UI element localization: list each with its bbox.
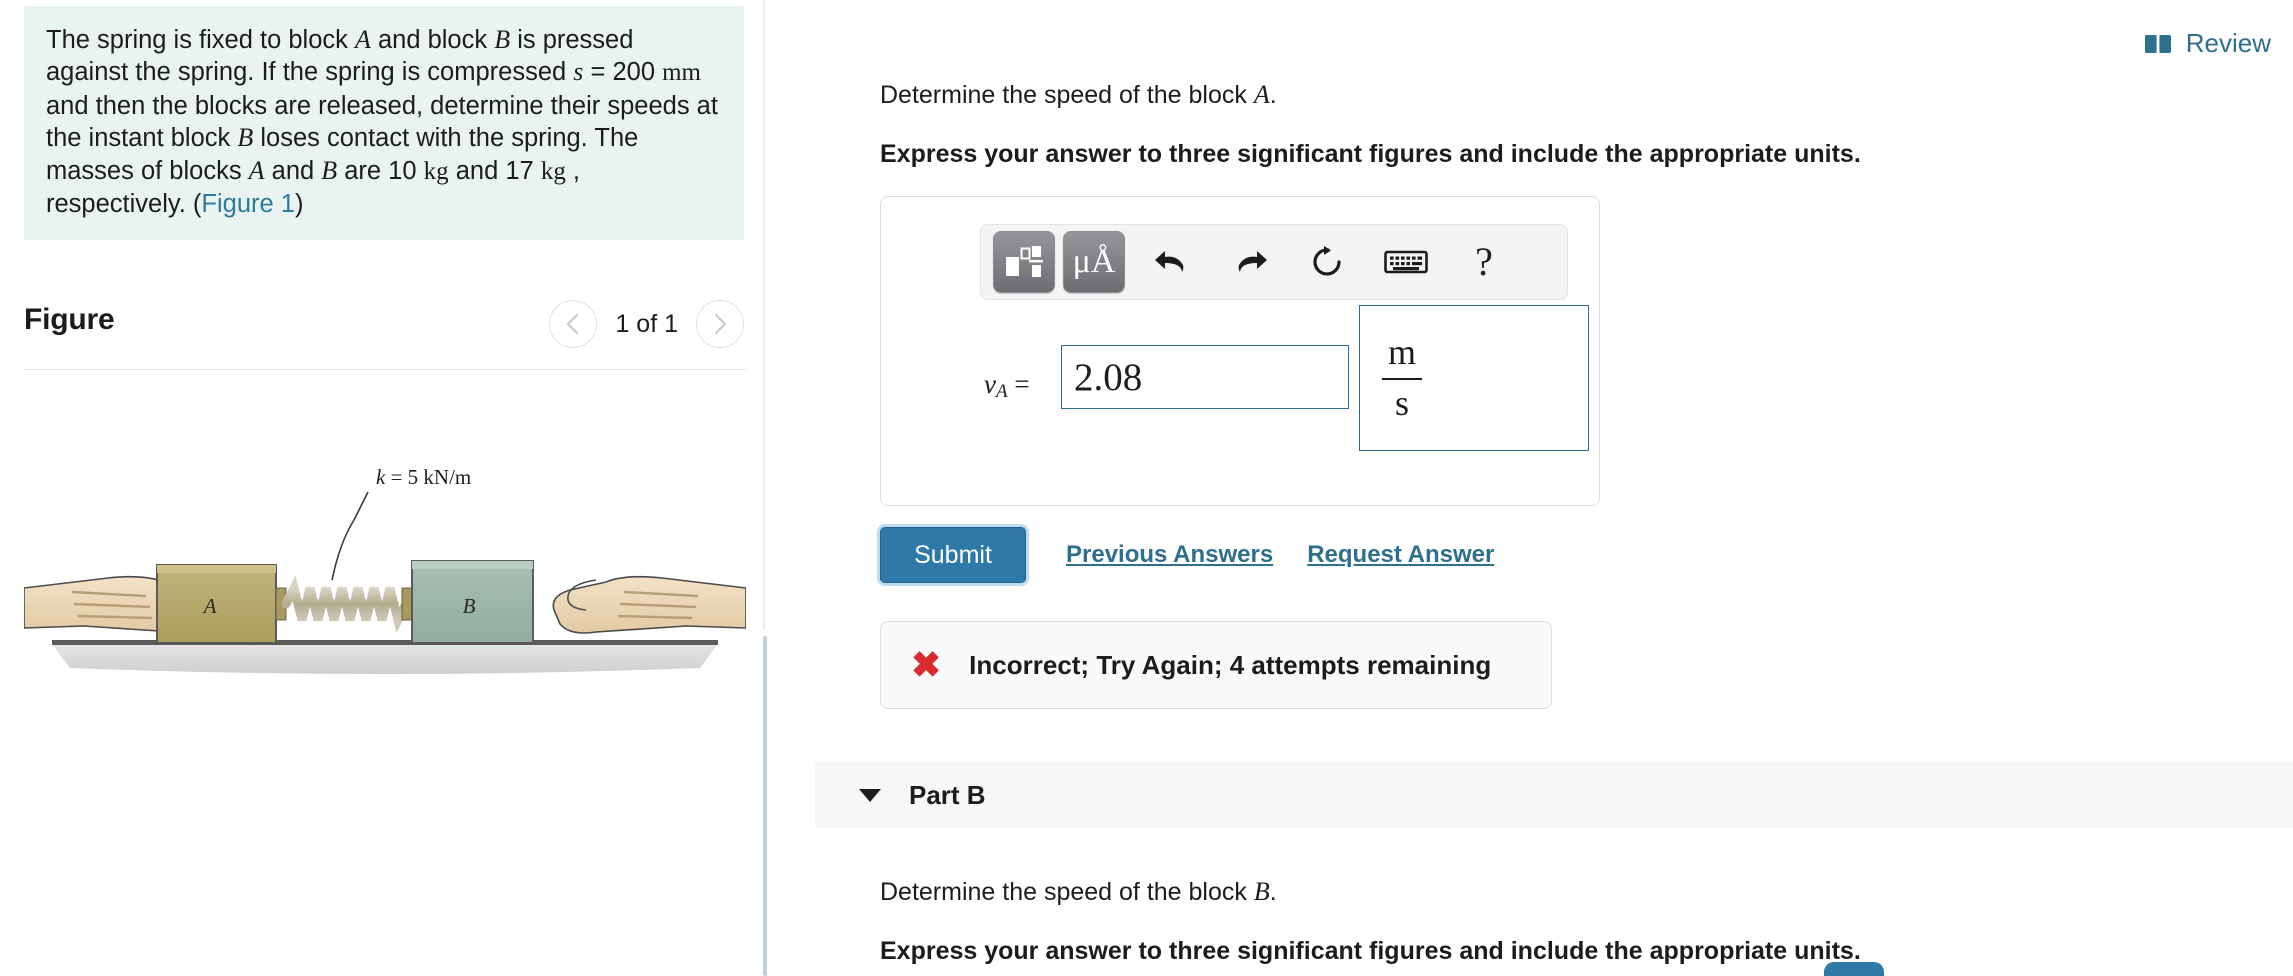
part-b-title: Part B — [909, 779, 986, 810]
part-b-instruction: Express your answer to three significant… — [880, 937, 1861, 965]
figure-next-button[interactable] — [696, 300, 744, 348]
unit-kg-2: kg — [540, 157, 566, 185]
answer-variable: v — [984, 369, 996, 399]
math-toolbar: μÅ ? — [980, 224, 1568, 300]
spring-k-value: = 5 kN/m — [385, 465, 471, 489]
x-mark-icon: ✖ — [911, 644, 942, 685]
unit-kg-1: kg — [423, 157, 449, 185]
figure-prev-button[interactable] — [549, 300, 598, 348]
part-b-prompt: Determine the speed of the block B. — [880, 875, 2220, 909]
problem-statement: The spring is fixed to block A and block… — [24, 6, 744, 241]
book-icon — [2144, 34, 2171, 53]
spring-blocks-diagram: A k = 5 kN/m B — [24, 465, 746, 674]
answer-subscript: A — [995, 381, 1008, 402]
spring-coils — [281, 575, 411, 633]
figure-header: Figure 1 of 1 — [24, 300, 744, 362]
part-a-prompt-var: A — [1253, 80, 1270, 109]
block-a-label: A — [202, 594, 217, 618]
part-b-toolbar-peek[interactable] — [1824, 962, 1884, 976]
spring-leader-line — [331, 491, 369, 581]
part-a-instruction: Express your answer to three significant… — [880, 140, 1861, 168]
page-root: The spring is fixed to block A and block… — [0, 0, 2293, 976]
spring-anchor-right — [401, 587, 413, 621]
var-a-2: A — [248, 155, 265, 185]
block-b-top — [412, 561, 533, 569]
help-label: ? — [1475, 239, 1493, 284]
undo-icon — [1155, 251, 1184, 272]
part-a-prompt-text: Determine the speed of the block — [880, 81, 1254, 109]
feedback-text: Incorrect; Try Again; 4 attempts remaini… — [969, 649, 1492, 680]
review-label: Review — [2185, 28, 2271, 58]
caret-down-icon[interactable] — [859, 788, 881, 802]
units-button-label: μÅ — [1072, 243, 1116, 280]
chevron-left-icon — [567, 313, 579, 335]
units-button[interactable]: μÅ — [1063, 231, 1125, 293]
answer-equation-row: vA = 2.08 m s — [881, 305, 1601, 497]
var-b-1: B — [494, 25, 511, 54]
part-b-header[interactable]: Part B — [815, 762, 2293, 828]
block-b-label: B — [463, 594, 476, 618]
figure-title: Figure — [24, 303, 115, 336]
part-a-answer-panel: μÅ ? vA = 2.08 m s — [880, 196, 1600, 506]
answer-variable-label: vA = — [984, 369, 1030, 403]
panel-divider — [763, 0, 765, 630]
part-b-prompt-var: B — [1253, 877, 1270, 906]
help-button[interactable]: ? — [1445, 231, 1523, 293]
unit-mm: mm — [662, 59, 702, 87]
var-a-1: A — [354, 25, 371, 54]
math-template-button[interactable] — [993, 231, 1055, 293]
chevron-right-icon — [714, 313, 727, 335]
reset-icon — [1313, 246, 1341, 276]
statement-text: The spring is fixed to block — [46, 26, 355, 54]
spring-constant-label: k = 5 kN/m — [376, 465, 471, 489]
math-template-icon — [1006, 246, 1043, 277]
figure-1-link[interactable]: Figure 1 — [201, 190, 295, 218]
part-b-toolbar-button[interactable] — [1824, 962, 1884, 976]
figure-counter: 1 of 1 — [615, 309, 678, 338]
fraction-bar — [1382, 378, 1423, 380]
var-b-3: B — [321, 155, 338, 185]
reset-button[interactable] — [1289, 231, 1367, 293]
unit-denominator: s — [1395, 383, 1410, 423]
redo-icon — [1238, 251, 1267, 272]
answer-value-input[interactable]: 2.08 — [1061, 345, 1349, 409]
answer-equals: = — [1007, 369, 1030, 399]
answer-unit-input[interactable]: m s — [1359, 305, 1589, 451]
part-b-question: Determine the speed of the block B. Expr… — [880, 875, 2220, 968]
request-answer-link[interactable]: Request Answer — [1307, 541, 1494, 569]
var-b-2: B — [237, 123, 254, 153]
undo-button[interactable] — [1133, 231, 1211, 293]
part-b-prompt-period: . — [1269, 878, 1277, 906]
question-panel: Review Determine the speed of the block … — [767, 0, 2293, 976]
block-a — [156, 564, 277, 644]
part-a-actions: Submit Previous Answers Request Answer — [880, 527, 1494, 583]
previous-answers-link[interactable]: Previous Answers — [1066, 541, 1273, 569]
submit-button[interactable]: Submit — [880, 527, 1026, 583]
part-a-question: Determine the speed of the block A. Expr… — [880, 78, 2220, 171]
keyboard-button[interactable] — [1367, 231, 1445, 293]
unit-numerator: m — [1388, 331, 1417, 372]
unit-fraction: m s — [1382, 331, 1423, 425]
part-b-prompt-text: Determine the speed of the block — [880, 878, 1254, 906]
figure-divider — [24, 369, 746, 370]
redo-button[interactable] — [1211, 231, 1289, 293]
problem-panel: The spring is fixed to block A and block… — [0, 0, 765, 976]
figure-image[interactable]: A k = 5 kN/m B — [24, 392, 746, 822]
ground-surface — [52, 644, 718, 674]
part-a-prompt: Determine the speed of the block A. — [880, 78, 2220, 112]
block-a-top — [157, 565, 276, 573]
review-link[interactable]: Review — [2144, 28, 2271, 59]
ground-line — [52, 640, 718, 645]
part-a-prompt-period: . — [1269, 81, 1277, 109]
keyboard-icon — [1384, 250, 1428, 274]
feedback-message: ✖ Incorrect; Try Again; 4 attempts remai… — [880, 621, 1552, 709]
var-s: s — [573, 57, 584, 87]
figure-navigation: 1 of 1 — [549, 300, 744, 348]
